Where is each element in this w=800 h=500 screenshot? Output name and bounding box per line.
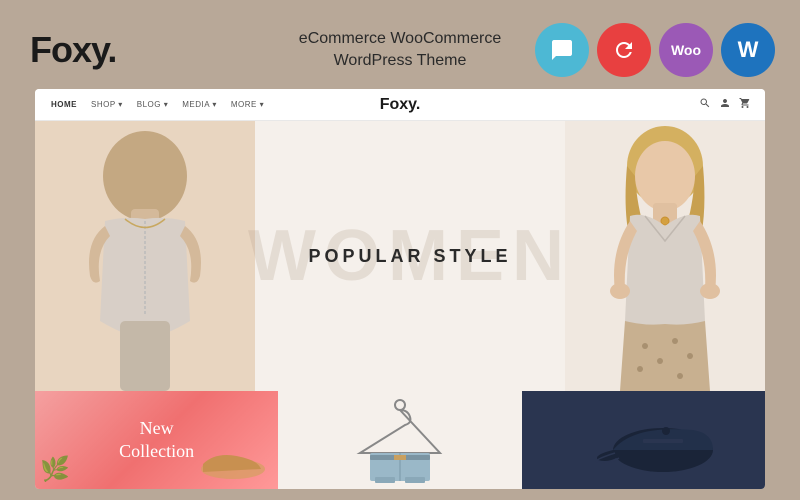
subtitle-line2: WordPress Theme [299,50,501,72]
hat-svg [553,395,733,485]
hero-center: WOMEN POPULAR STYLE [255,121,565,391]
account-icon[interactable] [719,97,731,112]
bottom-row: 🌿 New Collection [35,391,765,489]
hero-right-model [565,121,765,391]
wordpress-icon-circle[interactable]: W [721,23,775,77]
new-collection-line1: New [119,417,194,440]
chat-icon-circle[interactable] [535,23,589,77]
shoes-svg [193,434,273,484]
hero-section: WOMEN POPULAR STYLE [35,121,765,391]
refresh-icon-circle[interactable] [597,23,651,77]
subtitle: eCommerce WooCommerce WordPress Theme [299,28,501,73]
left-model-svg [35,121,255,391]
woo-icon-circle[interactable]: Woo [659,23,713,77]
nav-blog[interactable]: BLOG ▾ [137,100,168,109]
nav-icons [699,97,751,112]
right-model-svg [565,121,765,391]
refresh-icon [612,38,636,62]
cart-icon[interactable] [739,97,751,112]
logo-text: Foxy. [30,29,116,70]
subtitle-line1: eCommerce WooCommerce [299,28,501,50]
brand-logo: Foxy. [30,29,116,71]
popular-style-headline: POPULAR STYLE [308,246,511,267]
nav-logo: Foxy. [380,96,421,114]
new-collection-text: New Collection [119,417,194,464]
nav-shop[interactable]: SHOP ▾ [91,100,123,109]
palm-leaves-icon: 🌿 [40,455,70,484]
search-icon[interactable] [699,97,711,112]
accessories-panel [522,391,765,489]
nav-more[interactable]: MORE ▾ [231,100,264,109]
clothing-svg [340,395,460,485]
main-card: HOME SHOP ▾ BLOG ▾ MEDIA ▾ MORE ▾ Foxy. [35,89,765,489]
nav-home[interactable]: HOME [51,100,77,109]
nav-media[interactable]: MEDIA ▾ [182,100,217,109]
top-header: Foxy. eCommerce WooCommerce WordPress Th… [0,11,800,89]
chat-icon [550,38,574,62]
nav-bar: HOME SHOP ▾ BLOG ▾ MEDIA ▾ MORE ▾ Foxy. [35,89,765,121]
clothing-panel [278,391,521,489]
woo-label: Woo [671,42,701,58]
nav-items: HOME SHOP ▾ BLOG ▾ MEDIA ▾ MORE ▾ [51,100,264,109]
nav-logo-text: Foxy. [380,96,421,113]
hero-left-model [35,121,255,391]
icon-group: Woo W [535,23,775,77]
new-collection-panel: 🌿 New Collection [35,391,278,489]
new-collection-line2: Collection [119,440,194,463]
wordpress-label: W [738,37,759,63]
